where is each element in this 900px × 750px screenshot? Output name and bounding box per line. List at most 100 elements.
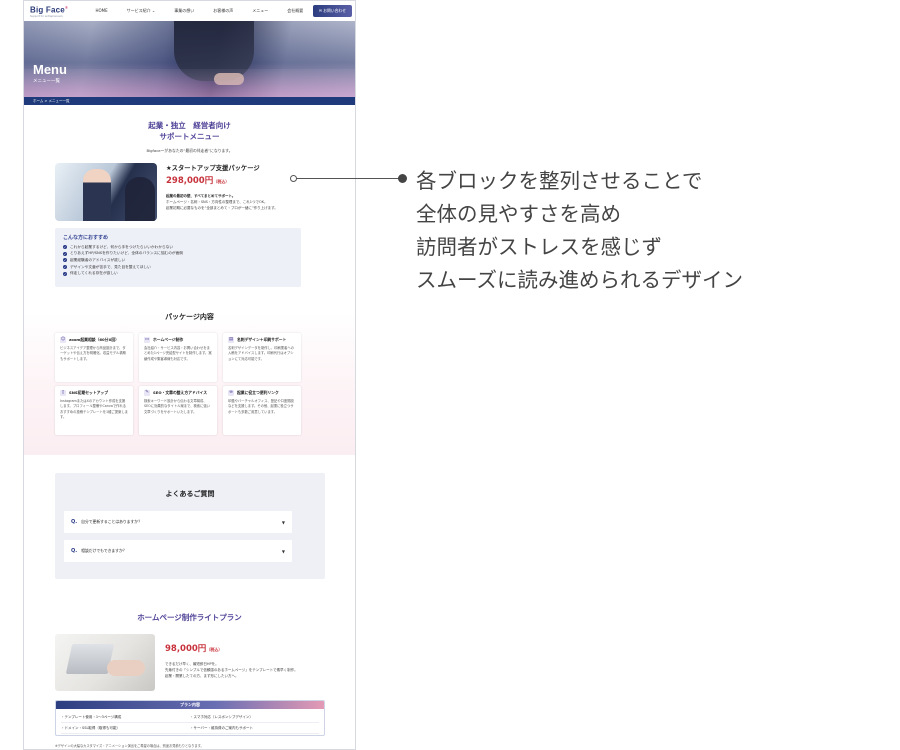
homepage-desc-line3: 起業・開業したての方、まず形にしたい方へ。 [165,674,239,678]
package-title: ★スタートアップ支援パッケージ [166,165,260,172]
homepage-plan-price: 98,000円（税込） [165,642,305,654]
plan-details-header: プラン内容 [56,701,324,709]
check-icon: ✓ [63,258,67,263]
card-body: 印鑑やバーチャルオフィス、登記や口座開設などを支援します。その他、起業に役立つサ… [228,399,294,414]
logo-text: Big Face® [30,4,86,15]
plan-details-table: プラン内容 ・テンプレート使用・1〜3ページ構成 ・スマホ対応（レスポンシブデザ… [55,700,325,736]
site-header: Big Face® Support for entrepreneurs HOME… [24,1,355,21]
pen-icon: ✎ [144,390,150,396]
recommend-title: こんな方におすすめ [63,235,109,241]
card-header: ✎ SEO・文章の整え方アドバイス [144,390,212,396]
check-icon: ✓ [63,251,67,256]
card-header: ☺ zoom起業相談（60分X回） [60,337,128,343]
package-desc-line3: 起業初期に必要なものを“全部まとめて・プロが一緒に”作り上げます。 [166,206,278,210]
homepage-tax: （税込） [206,647,223,652]
package-desc-line2: ホームページ・名刺・SNS・方向性の整理まで、これ1つでOK。 [166,200,268,204]
logo-tagline: Support for entrepreneurs [30,14,63,18]
homepage-desc-line1: できるだけ早く、最短即日HPを。 [165,662,219,666]
card-header: ∞ 起業に役立つ便利リンク [228,390,296,396]
chevron-down-icon: ⌄ [151,8,156,13]
contents-grid: ☺ zoom起業相談（60分X回） ビジネスアイデア整理から商品設計まで、ターゲッ… [55,333,302,435]
list-item: ✓ これから起業するけど、何から手をつけたらいいかわからない [63,244,293,251]
homepage-plan: 98,000円（税込） できるだけ早く、最短即日HPを。 先輩付きの「シンプルで… [55,634,305,691]
content-card: ▤ 名刺デザイン＋印刷サポート 名刺デザインデータを制作し、印刷業者への入稿をアド… [223,333,301,382]
hero-subtitle: メニュー一覧 [33,79,60,84]
main-nav: HOME サービス紹介 ⌄ 事業の想い お客様の声 メニュー 会社概要 [86,8,313,14]
nav-home[interactable]: HOME [96,8,108,14]
list-item: ✓ とりあえずHP/SNSを作りたいけど、全体のバランスに悩むのが面倒 [63,251,293,258]
card-title: 起業に役立つ便利リンク [237,390,279,395]
recommend-text: 伴走してくれる存在が欲しい [70,271,118,276]
faq-section: よくあるご質問 Q. 自分で更新することはありますか？ ▼ Q. 相談だけでもで… [55,473,325,579]
annotation-line: スムーズに読み進められるデザイン [416,268,743,292]
content-card: ∞ 起業に役立つ便利リンク 印鑑やバーチャルオフィス、登記や口座開設などを支援しま… [223,386,301,435]
recommend-text: これから起業するけど、何から手をつけたらいいかわからない [70,244,174,249]
contact-button-label: お問い合わせ [323,8,346,13]
startup-package: ★スタートアップ支援パッケージ 298,000円（税込） 起業の最初の壁、すべて… [55,163,355,221]
annotation-line: 全体の見やすさを高め [416,202,621,226]
intro-tagline: Bigfaceーがあなたの“最初の伴走者”になります。 [146,148,233,153]
card-title: SEO・文章の整え方アドバイス [153,390,208,395]
plan-item: ・テンプレート使用・1〜3ページ構成 [61,712,190,723]
faq-item[interactable]: Q. 自分で更新することはありますか？ ▼ [64,511,292,533]
content-card: ▭ ホームページ制作 会社紹介・サービス内容・お問い合わせをまとめた1ページ完結型… [139,333,217,382]
breadcrumb[interactable]: ホーム > メニュー一覧 [24,97,355,105]
plan-item: ・スマホ対応（レスポンシブデザイン） [190,712,319,723]
content-card: ▯ SNS初期セットアップ InstagramまたはXのアカウント作成を支援します… [55,386,133,435]
website-preview: Big Face® Support for entrepreneurs HOME… [23,0,356,750]
card-header: ▤ 名刺デザイン＋印刷サポート [228,337,296,343]
hero-banner: Menu メニュー一覧 [24,21,355,97]
smartphone-icon: ▯ [60,390,66,396]
plan-item: ・ドメイン・SSL取得（取得も可能） [61,723,190,734]
card-body: ビジネスアイデア整理から商品設計まで、ターゲットや伝え方を明確化。収益モデル構築… [60,346,126,361]
check-icon: ✓ [63,265,67,270]
photo-person-back [125,177,155,221]
hero-title: Menu [33,62,67,77]
card-body: 検索キーワード設計から伝わる文章構成、SEOに効果的なタイトル案まで、検索に強い… [144,399,210,414]
nav-company[interactable]: 会社概要 [287,8,303,14]
site-logo[interactable]: Big Face® Support for entrepreneurs [30,4,86,18]
question-mark-label: Q. [71,519,78,525]
package-desc-lead: 起業の最初の壁、すべてまとめてサポート。 [166,194,236,198]
check-icon: ✓ [63,271,67,276]
nav-voices[interactable]: お客様の声 [213,8,233,14]
faq-question: 自分で更新することはありますか？ [81,519,142,524]
logo-mark: ® [64,5,69,11]
nav-services[interactable]: サービス紹介 ⌄ [127,8,156,14]
package-price: 298,000円（税込） [166,174,302,186]
faq-item[interactable]: Q. 相談だけでもできますか？ ▼ [64,540,292,562]
contact-button[interactable]: ✉ お問い合わせ [312,5,352,17]
mail-icon: ✉ [318,8,322,13]
plan-note: ※デザインの大幅なカスタマイズ・アニメーション演出をご希望の場合は、別途お見積も… [55,744,204,748]
logo-wordmark: Big Face [30,5,65,15]
card-header: ▭ ホームページ制作 [144,337,212,343]
annotation-text: 各ブロックを整列させることで 全体の見やすさを高め 訪問者がストレスを感じず ス… [416,165,743,297]
list-item: ✓ デザインや文章が苦手で、見た目を整えてほしい [63,264,293,271]
recommend-text: とりあえずHP/SNSを作りたいけど、全体のバランスに悩むのが面倒 [70,251,183,256]
intro-section: 起業・独立 経営者向け サポートメニュー Bigfaceーがあなたの“最初の伴走… [24,120,355,154]
annotation-connector-line [293,178,403,179]
question-mark-label: Q. [71,548,78,554]
nav-vision[interactable]: 事業の想い [174,8,194,14]
photo-person-front [83,169,111,221]
monitor-icon: ▭ [144,337,150,343]
package-tax: （税込） [213,179,230,184]
homepage-plan-description: できるだけ早く、最短即日HPを。 先輩付きの「シンプルで信頼感のあるホームページ… [165,661,305,679]
content-card: ☺ zoom起業相談（60分X回） ビジネスアイデア整理から商品設計まで、ターゲッ… [55,333,133,382]
card-body: 名刺デザインデータを制作し、印刷業者への入稿をアドバイスします。印刷代行はオプシ… [228,346,294,361]
nav-menu[interactable]: メニュー [252,8,268,14]
business-card-icon: ▤ [228,337,234,343]
faq-title: よくあるご質問 [165,490,215,498]
nav-services-label: サービス紹介 [126,8,151,13]
card-title: SNS初期セットアップ [69,390,109,395]
card-header: ▯ SNS初期セットアップ [60,390,128,396]
plan-details-grid: ・テンプレート使用・1〜3ページ構成 ・スマホ対応（レスポンシブデザイン） ・ド… [56,709,324,735]
caret-down-icon: ▼ [281,548,285,554]
plan-item: ・サーバー・維持費のご案内もサポート [190,723,319,734]
annotation-line: 各ブロックを整列させることで [416,169,703,193]
caret-down-icon: ▼ [281,519,285,525]
recommend-box: こんな方におすすめ ✓ これから起業するけど、何から手をつけたらいいかわからない … [55,228,301,287]
package-photo [55,163,157,221]
user-icon: ☺ [60,337,66,343]
laptop-photo [55,634,155,691]
